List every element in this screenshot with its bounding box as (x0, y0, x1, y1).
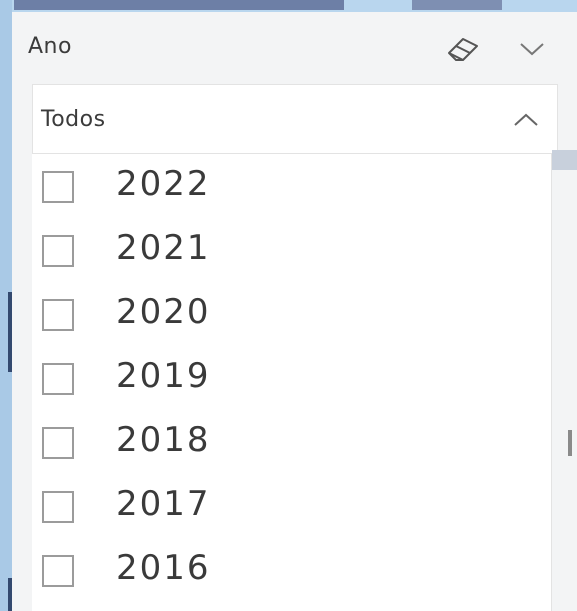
item-label: 2017 (116, 484, 211, 524)
list-item-2022[interactable]: 2022 (32, 158, 552, 222)
background-visual-edge (568, 430, 572, 456)
item-label: 2022 (116, 164, 211, 204)
eraser-icon[interactable] (445, 34, 481, 64)
item-label: 2021 (116, 228, 211, 268)
list-item-2017[interactable]: 2017 (32, 478, 552, 542)
item-label: 2018 (116, 420, 211, 460)
list-item-2019[interactable]: 2019 (32, 350, 552, 414)
slicer-dropdown[interactable]: Todos (32, 84, 558, 154)
checkbox[interactable] (42, 171, 74, 203)
chevron-up-icon[interactable] (511, 107, 541, 131)
checkbox[interactable] (42, 235, 74, 267)
slicer-title: Ano (28, 34, 72, 59)
item-label: 2019 (116, 356, 211, 396)
list-item-2016[interactable]: 2016 (32, 542, 552, 606)
checkbox[interactable] (42, 491, 74, 523)
list-item-2018[interactable]: 2018 (32, 414, 552, 478)
checkbox[interactable] (42, 363, 74, 395)
item-label: 2016 (116, 548, 211, 588)
checkbox[interactable] (42, 299, 74, 331)
chevron-down-icon[interactable] (517, 36, 547, 60)
dropdown-selected-value: Todos (41, 107, 106, 132)
list-item-2021[interactable]: 2021 (32, 222, 552, 286)
checkbox[interactable] (42, 555, 74, 587)
item-label: 2020 (116, 292, 211, 332)
background-visual-edge (552, 150, 577, 170)
list-item-2020[interactable]: 2020 (32, 286, 552, 350)
slicer-header: Ano (12, 12, 577, 84)
year-list: 2022 2021 2020 2019 2018 2017 2016 (32, 154, 552, 611)
header-bar (412, 0, 502, 10)
header-bar (14, 0, 344, 10)
checkbox[interactable] (42, 427, 74, 459)
year-slicer-panel: Ano Todos 2022 2021 2020 2019 2018 2017 … (12, 12, 577, 611)
